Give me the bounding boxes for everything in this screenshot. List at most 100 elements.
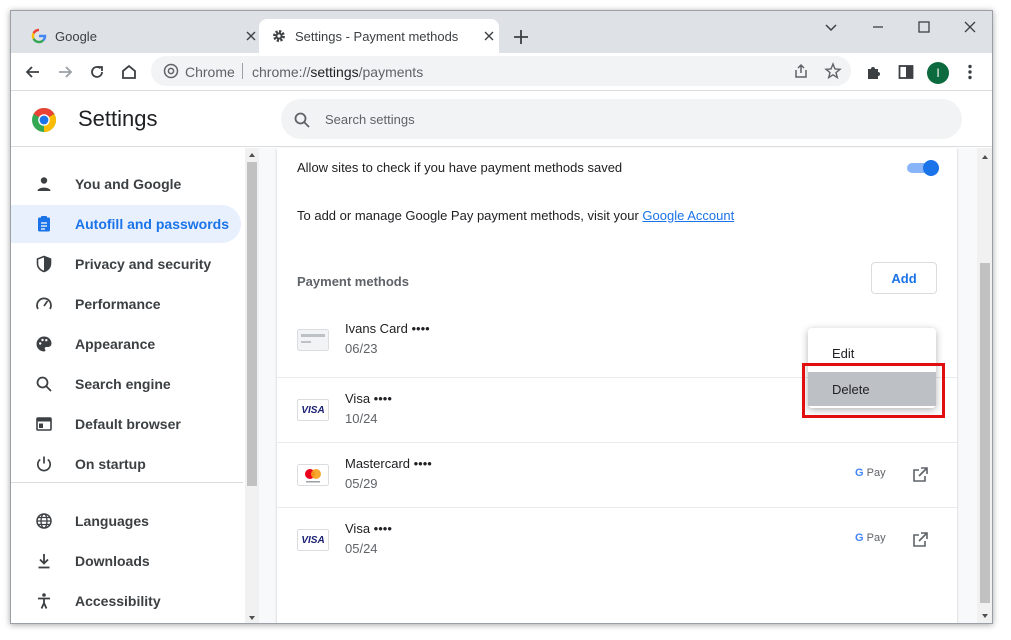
sidebar-item-label: Downloads (75, 553, 150, 569)
scroll-down-arrow-icon[interactable] (980, 611, 990, 621)
chrome-icon (163, 63, 179, 79)
google-g-icon (31, 28, 47, 44)
open-external-icon[interactable] (910, 465, 930, 485)
forward-arrow-icon[interactable] (55, 62, 75, 82)
page-title: Settings (78, 106, 158, 131)
chrome-logo-icon (32, 107, 57, 132)
payment-methods-heading: Payment methods (297, 274, 409, 289)
sidebar-item-label: You and Google (75, 176, 182, 192)
open-external-icon[interactable] (910, 530, 930, 550)
card-name: Visa •••• (345, 391, 392, 406)
site-chip: Chrome (185, 64, 235, 80)
shield-icon (36, 255, 52, 273)
sidebar-item-on-startup[interactable]: On startup (11, 445, 241, 483)
gpay-label: Pay (863, 532, 886, 544)
speedometer-icon (36, 297, 52, 310)
mastercard-icon (297, 464, 329, 486)
search-settings-box[interactable] (281, 99, 962, 139)
sidebar-item-autofill-and-passwords[interactable]: Autofill and passwords (11, 205, 241, 243)
allow-sites-label: Allow sites to check if you have payment… (297, 160, 623, 175)
tab-google[interactable]: Google (19, 19, 259, 53)
card-name: Visa •••• (345, 521, 392, 536)
bookmark-star-icon[interactable] (824, 62, 842, 80)
minimize-icon[interactable] (868, 17, 888, 37)
visa-logo-text: VISA (301, 535, 325, 546)
chrome-window: Google Settings - Payment methods Chrome (10, 10, 993, 624)
tab-settings[interactable]: Settings - Payment methods (259, 19, 499, 53)
close-tab-icon[interactable] (243, 28, 259, 44)
extensions-puzzle-icon[interactable] (864, 62, 884, 82)
sidebar-item-privacy-and-security[interactable]: Privacy and security (11, 245, 241, 283)
main-scrollbar[interactable] (977, 148, 992, 623)
visa-card-icon: VISA (297, 399, 329, 421)
sidebar-item-label: Performance (75, 296, 161, 312)
browser-toolbar: Chrome chrome://settings/payments I (11, 53, 992, 91)
close-window-icon[interactable] (960, 17, 980, 37)
sidebar-scrollbar-thumb[interactable] (247, 162, 257, 486)
card-name: Ivans Card •••• (345, 321, 430, 336)
card-expiry: 05/24 (345, 541, 378, 556)
sidebar-scrollbar[interactable] (245, 148, 259, 623)
payment-method-row: VISA Visa •••• 05/24 G Pay (277, 507, 957, 572)
omnibox-separator (242, 63, 243, 79)
tab-strip: Google Settings - Payment methods (11, 11, 992, 53)
reload-icon[interactable] (87, 62, 107, 82)
search-icon (294, 112, 310, 128)
delete-highlight-box (802, 363, 945, 418)
gpay-g-letter: G (855, 532, 864, 544)
add-payment-method-button[interactable]: Add (871, 262, 937, 294)
settings-header: Settings (11, 91, 992, 147)
sidebar-item-default-browser[interactable]: Default browser (11, 405, 241, 443)
payment-method-row: Mastercard •••• 05/29 G Pay (277, 442, 957, 507)
palette-icon (36, 336, 52, 352)
settings-sidebar: You and Google Autofill and passwords Pr… (11, 148, 259, 623)
new-tab-icon[interactable] (511, 27, 531, 47)
card-expiry: 10/24 (345, 411, 378, 426)
menu-dots-icon[interactable] (960, 62, 980, 82)
home-icon[interactable] (119, 62, 139, 82)
tab-search-chevron-icon[interactable] (821, 17, 841, 37)
google-account-link[interactable]: Google Account (642, 208, 734, 223)
browser-window-icon (36, 417, 52, 431)
google-pay-badge: G Pay (855, 467, 886, 479)
search-icon (36, 376, 52, 392)
maximize-icon[interactable] (914, 17, 934, 37)
avatar[interactable]: I (927, 62, 949, 84)
url-scheme: chrome:// (252, 64, 311, 80)
download-icon (38, 554, 50, 569)
url-path: /payments (358, 64, 424, 80)
visa-logo-text: VISA (301, 405, 325, 416)
url-host: settings (310, 64, 359, 80)
scroll-up-arrow-icon[interactable] (980, 152, 990, 162)
sidebar-item-performance[interactable]: Performance (11, 285, 241, 323)
url-text: chrome://settings/payments (252, 64, 423, 80)
search-input[interactable] (325, 109, 925, 129)
address-bar[interactable]: Chrome chrome://settings/payments (151, 56, 851, 86)
accessibility-icon (38, 593, 50, 609)
globe-icon (36, 513, 52, 529)
main-scrollbar-thumb[interactable] (980, 263, 990, 603)
close-tab-icon[interactable] (481, 28, 497, 44)
menu-item-edit[interactable]: Edit (808, 338, 936, 366)
share-icon[interactable] (792, 62, 810, 80)
clipboard-icon (38, 216, 50, 232)
power-icon (36, 456, 52, 472)
gpay-g-letter: G (855, 467, 864, 479)
allow-sites-toggle[interactable] (907, 160, 939, 176)
side-panel-icon[interactable] (896, 62, 916, 82)
card-expiry: 05/29 (345, 476, 378, 491)
sidebar-item-downloads[interactable]: Downloads (11, 542, 241, 580)
sidebar-item-accessibility[interactable]: Accessibility (11, 582, 241, 620)
sidebar-item-label: On startup (75, 456, 146, 472)
sidebar-item-search-engine[interactable]: Search engine (11, 365, 241, 403)
sidebar-item-languages[interactable]: Languages (11, 502, 241, 540)
sidebar-item-you-and-google[interactable]: You and Google (11, 165, 241, 203)
scroll-down-arrow-icon[interactable] (247, 613, 257, 623)
back-arrow-icon[interactable] (23, 62, 43, 82)
scroll-up-arrow-icon[interactable] (247, 150, 257, 160)
sidebar-item-label: Languages (75, 513, 149, 529)
sidebar-item-appearance[interactable]: Appearance (11, 325, 241, 363)
gpay-label: Pay (863, 467, 886, 479)
visa-card-icon: VISA (297, 529, 329, 551)
sidebar-item-label: Appearance (75, 336, 156, 352)
